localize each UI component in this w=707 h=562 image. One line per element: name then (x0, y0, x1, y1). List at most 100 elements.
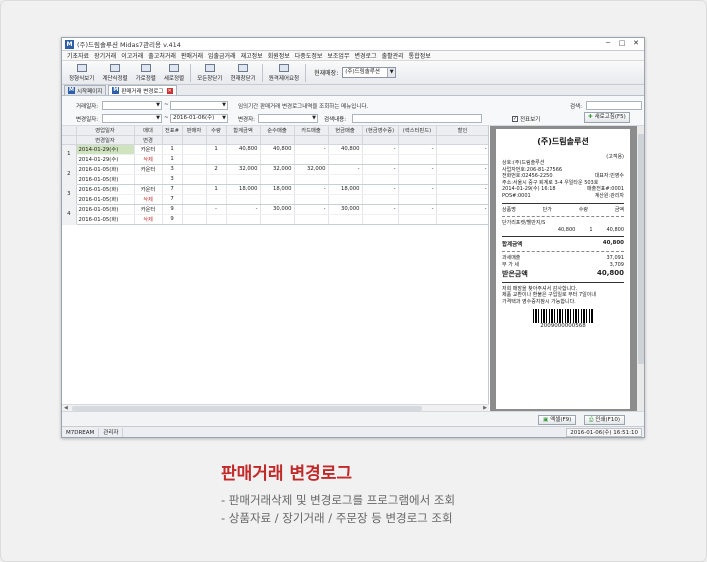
column-header-counter[interactable]: 매대 (134, 126, 163, 136)
change-date-cell[interactable]: 2016-01-05(화) (76, 194, 135, 205)
net-sales-cell[interactable]: 18,000 (260, 184, 295, 195)
table-row[interactable]: 4 2016-01-05(화) 카운터 9 - - 30,000 - 30,00… (62, 204, 488, 225)
column-header-cash-receipt[interactable]: (현금영수증) (362, 126, 399, 136)
counter-cell[interactable]: 카운터 (134, 184, 163, 195)
menu-item-long-trade[interactable]: 장기거래 (94, 51, 116, 60)
net-sales-cell[interactable]: 40,800 (260, 144, 295, 155)
cash-receipt-cell[interactable]: - (362, 204, 399, 215)
net-sales-cell[interactable]: 30,000 (260, 204, 295, 215)
cash-receipt-cell[interactable]: - (362, 144, 399, 155)
discount-cell[interactable]: - (436, 164, 488, 175)
card-sales-cell[interactable]: - (294, 144, 329, 155)
table-row[interactable]: 2016-01-05(화) 3 (62, 174, 488, 185)
qty-cell[interactable]: 1 (206, 144, 227, 155)
business-date-cell[interactable]: 2016-01-05(화) (76, 184, 135, 195)
vertical-scrollbar[interactable] (637, 126, 644, 411)
change-type-cell[interactable] (134, 174, 163, 185)
discount-cell[interactable]: - (436, 184, 488, 195)
menu-item-multi[interactable]: 다중도정보 (295, 51, 323, 60)
menu-item-inventory[interactable]: 재고정보 (241, 51, 263, 60)
vertical-align-button[interactable]: 세로정렬 (160, 62, 188, 84)
menu-item-aux[interactable]: 보조업무 (327, 51, 349, 60)
trade-date-to-select[interactable]: ▼ (170, 101, 228, 110)
table-row[interactable]: 1 2014-01-29(수) 카운터 1 1 40,800 40,800 - … (62, 144, 488, 165)
seller-cell[interactable] (182, 204, 207, 215)
store-select[interactable]: (주)드림솔루션 ▼ (342, 67, 397, 78)
menu-item-change-log[interactable]: 변경로그 (354, 51, 376, 60)
minimize-icon[interactable]: ─ (602, 39, 614, 49)
print-button[interactable]: ⎙ 인쇄(F10) (584, 415, 625, 425)
changer-select[interactable]: ▼ (258, 114, 318, 123)
seller-cell[interactable] (182, 184, 207, 195)
menu-item-basic-data[interactable]: 기초자료 (67, 51, 89, 60)
tab-start-page[interactable]: M 시작페이지 (64, 85, 107, 95)
card-sales-cell[interactable]: - (294, 184, 329, 195)
close-icon[interactable]: ✕ (630, 39, 642, 49)
slip-cell[interactable]: 7 (162, 184, 183, 195)
change-date-cell[interactable]: 2016-01-05(화) (76, 174, 135, 185)
menu-item-sales-trade[interactable]: 판매거래 (181, 51, 203, 60)
change-date-from-select[interactable]: ▼ (102, 114, 162, 123)
column-header-discount[interactable]: 할인 (436, 126, 488, 136)
card-sales-cell[interactable]: - (294, 204, 329, 215)
menu-item-members[interactable]: 회원정보 (268, 51, 290, 60)
qty-cell[interactable]: - (206, 204, 227, 215)
column-header-seller[interactable]: 판매자 (182, 126, 207, 136)
close-current-window-button[interactable]: 현재창닫기 (226, 62, 259, 84)
menu-item-transfer-trade[interactable]: 이고거래 (121, 51, 143, 60)
net-sales-cell[interactable]: 32,000 (260, 164, 295, 175)
counter-cell[interactable]: 카운터 (134, 204, 163, 215)
search-input[interactable] (586, 101, 642, 110)
column-header-net-sales[interactable]: 순수매출 (260, 126, 295, 136)
cash-sales-cell[interactable]: - (328, 164, 363, 175)
menu-item-output[interactable]: 출활관리 (382, 51, 404, 60)
menu-item-shipping-trade[interactable]: 출고처거래 (148, 51, 176, 60)
business-date-cell[interactable]: 2016-01-05(화) (76, 204, 135, 215)
column-header-etc[interactable]: (력스터핀드) (398, 126, 437, 136)
total-cell[interactable]: 32,000 (226, 164, 261, 175)
menu-item-integrated[interactable]: 통합정보 (409, 51, 431, 60)
receipt-view-checkbox[interactable]: ✓ (512, 116, 518, 122)
etc-cell[interactable]: - (398, 204, 437, 215)
column-header-change-date[interactable]: 변경일자 (76, 135, 135, 145)
slip-cell[interactable]: 3 (162, 174, 183, 185)
column-header-change[interactable]: 변경 (134, 135, 163, 145)
maximize-icon[interactable]: □ (616, 39, 628, 49)
table-row[interactable]: 2014-01-29(수) 삭제 1 (62, 154, 488, 165)
change-date-cell[interactable]: 2014-01-29(수) (76, 154, 135, 165)
slip-cell[interactable]: 3 (162, 164, 183, 175)
slip-cell[interactable]: 1 (162, 144, 183, 155)
stair-align-button[interactable]: 계단식정렬 (98, 62, 131, 84)
tab-sales-change-log[interactable]: M 판매거래 변경로그 ✕ (108, 85, 177, 95)
remote-control-button[interactable]: 원격제어요청 (265, 62, 303, 84)
change-date-to-select[interactable]: 2016-01-06(수) ▼ (170, 114, 228, 123)
total-cell[interactable]: 40,800 (226, 144, 261, 155)
excel-button[interactable]: ▣ 엑셀(F9) (538, 415, 577, 425)
table-row[interactable]: 3 2016-01-05(화) 카운터 7 1 18,000 18,000 - … (62, 184, 488, 205)
column-header-business-date[interactable]: 영업일자 (76, 126, 135, 136)
etc-cell[interactable]: - (398, 144, 437, 155)
scrollbar-thumb[interactable] (638, 134, 644, 364)
etc-cell[interactable]: - (398, 184, 437, 195)
total-cell[interactable]: - (226, 204, 261, 215)
slip-cell[interactable]: 9 (162, 204, 183, 215)
change-type-cell[interactable]: 삭제 (134, 194, 163, 205)
counter-cell[interactable]: 카운터 (134, 164, 163, 175)
business-date-cell[interactable]: 2014-01-29(수) (76, 144, 135, 155)
business-date-cell[interactable]: 2016-01-05(화) (76, 164, 135, 175)
total-cell[interactable]: 18,000 (226, 184, 261, 195)
qty-cell[interactable]: 2 (206, 164, 227, 175)
menu-item-cash-trade[interactable]: 입출금거래 (208, 51, 236, 60)
slip-cell[interactable]: 7 (162, 194, 183, 205)
etc-cell[interactable]: - (398, 164, 437, 175)
horizontal-align-button[interactable]: 가로정렬 (132, 62, 160, 84)
discount-cell[interactable]: - (436, 204, 488, 215)
qty-cell[interactable]: 1 (206, 184, 227, 195)
cash-receipt-cell[interactable]: - (362, 184, 399, 195)
change-date-cell[interactable]: 2016-01-05(화) (76, 214, 135, 225)
cash-sales-cell[interactable]: 30,000 (328, 204, 363, 215)
seller-cell[interactable] (182, 144, 207, 155)
search-content-input[interactable] (352, 114, 482, 123)
change-type-cell[interactable]: 삭제 (134, 154, 163, 165)
card-sales-cell[interactable]: 32,000 (294, 164, 329, 175)
